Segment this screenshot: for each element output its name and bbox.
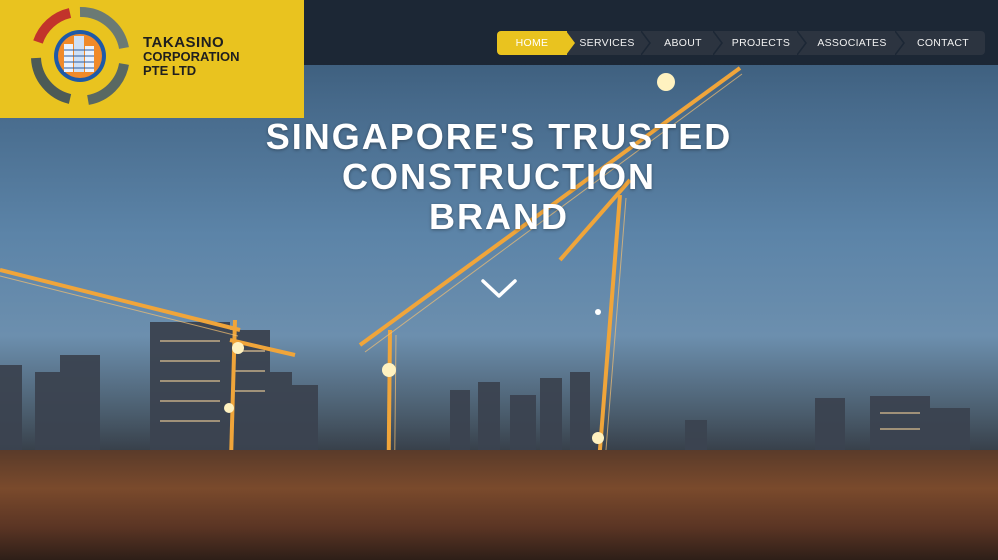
brand-line-3: PTE LTD	[143, 63, 197, 78]
headline-line-1: SINGAPORE'S TRUSTED	[265, 116, 733, 157]
main-nav: HOME SERVICES ABOUT PROJECTS ASSOCIATES …	[497, 31, 985, 55]
brand-name: TAKASINO CORPORATION PTE LTD	[143, 34, 240, 78]
chevron-down-icon[interactable]	[480, 276, 518, 302]
nav-associates[interactable]: ASSOCIATES	[803, 31, 905, 55]
nav-services[interactable]: SERVICES	[567, 31, 651, 55]
nav-services-label: SERVICES	[579, 37, 635, 49]
construction-ground	[0, 450, 998, 560]
brand-line-2: CORPORATION	[143, 49, 240, 64]
headline-line-2: CONSTRUCTION	[342, 156, 656, 197]
nav-about[interactable]: ABOUT	[647, 31, 723, 55]
nav-projects-label: PROJECTS	[731, 37, 791, 49]
nav-home-label: HOME	[515, 37, 549, 49]
nav-contact-label: CONTACT	[916, 37, 970, 49]
headline-line-3: BRAND	[429, 196, 569, 237]
hero-headline: SINGAPORE'S TRUSTED CONSTRUCTION BRAND	[0, 117, 998, 237]
nav-about-label: ABOUT	[664, 37, 702, 49]
nav-associates-label: ASSOCIATES	[817, 37, 887, 49]
brand-line-1: TAKASINO	[143, 34, 225, 51]
logo-block[interactable]: TAKASINO CORPORATION PTE LTD	[0, 0, 304, 118]
company-logo-icon	[31, 6, 129, 105]
nav-home[interactable]: HOME	[497, 31, 575, 55]
nav-projects[interactable]: PROJECTS	[719, 31, 807, 55]
nav-contact[interactable]: CONTACT	[901, 31, 985, 55]
